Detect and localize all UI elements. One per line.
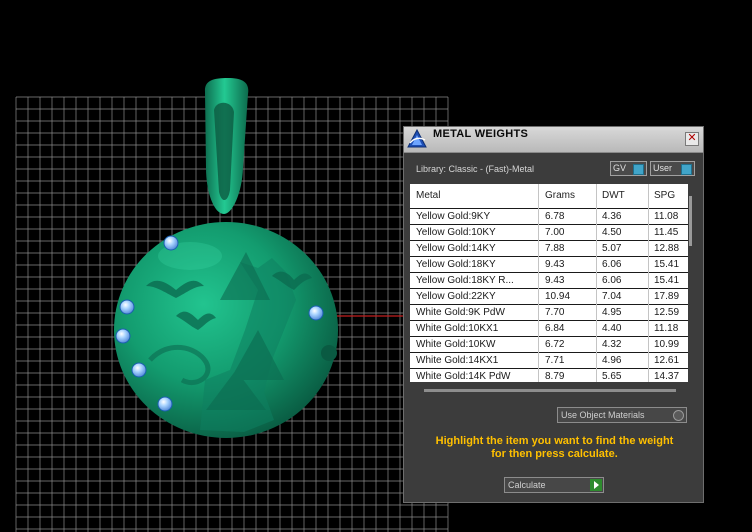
bezel-ring bbox=[321, 345, 337, 361]
column-header-metal[interactable]: Metal bbox=[416, 190, 440, 201]
column-header-dwt[interactable]: DWT bbox=[602, 190, 625, 201]
spg-cell: 11.18 bbox=[654, 323, 679, 334]
metal-weights-window: METAL WEIGHTS ✕ Library: Classic - (Fast… bbox=[403, 126, 704, 503]
play-arrow-icon bbox=[590, 479, 602, 491]
instruction-line-2: for then press calculate. bbox=[491, 448, 618, 460]
gemstone[interactable] bbox=[131, 362, 147, 378]
grams-cell: 7.88 bbox=[545, 243, 565, 254]
column-divider bbox=[596, 184, 597, 382]
metal-cell: Yellow Gold:18KY R... bbox=[416, 275, 514, 286]
grams-cell: 9.43 bbox=[545, 259, 565, 270]
spg-cell: 17.89 bbox=[654, 291, 680, 302]
column-header-spg[interactable]: SPG bbox=[654, 190, 675, 201]
grams-cell: 6.84 bbox=[545, 323, 565, 334]
metal-cell: Yellow Gold:18KY bbox=[416, 259, 496, 270]
dwt-cell: 6.06 bbox=[602, 259, 622, 270]
spg-cell: 12.61 bbox=[654, 355, 680, 366]
use-object-materials-toggle[interactable]: Use Object Materials bbox=[557, 407, 687, 423]
dwt-cell: 4.50 bbox=[602, 227, 622, 238]
grams-cell: 7.00 bbox=[545, 227, 565, 238]
dwt-cell: 7.04 bbox=[602, 291, 622, 302]
toggle-indicator-icon bbox=[633, 164, 644, 175]
grams-cell: 8.79 bbox=[545, 371, 565, 382]
gv-label: GV bbox=[613, 163, 627, 173]
window-title: METAL WEIGHTS bbox=[433, 128, 529, 140]
pendant-model[interactable] bbox=[114, 78, 338, 438]
metal-cell: White Gold:14KX1 bbox=[416, 355, 499, 366]
spg-cell: 12.59 bbox=[654, 307, 680, 318]
metal-cell: White Gold:14K PdW bbox=[416, 371, 511, 382]
instruction-line-1: Highlight the item you want to find the … bbox=[435, 435, 674, 447]
calculate-label: Calculate bbox=[508, 480, 546, 490]
toggle-indicator-icon bbox=[681, 164, 692, 175]
grams-cell: 7.70 bbox=[545, 307, 565, 318]
library-label: Library: Classic - (Fast)-Metal bbox=[416, 164, 535, 174]
spg-cell: 10.99 bbox=[654, 339, 680, 350]
grams-cell: 9.43 bbox=[545, 275, 565, 286]
close-icon[interactable]: ✕ bbox=[685, 132, 699, 146]
gv-library-toggle[interactable]: GV bbox=[610, 161, 647, 176]
metal-cell: White Gold:10KW bbox=[416, 339, 496, 350]
gemvision-triangle-logo-icon bbox=[407, 128, 427, 148]
grams-cell: 7.71 bbox=[545, 355, 565, 366]
metal-weights-table[interactable]: Metal Grams DWT SPG Yellow Gold:9KY 6.78 4… bbox=[410, 184, 689, 382]
dwt-cell: 4.32 bbox=[602, 339, 622, 350]
dwt-cell: 4.96 bbox=[602, 355, 622, 366]
use-object-materials-label: Use Object Materials bbox=[561, 410, 645, 420]
metal-cell: Yellow Gold:10KY bbox=[416, 227, 496, 238]
metal-cell: White Gold:9K PdW bbox=[416, 307, 505, 318]
gemstone[interactable] bbox=[119, 299, 135, 315]
window-titlebar[interactable]: METAL WEIGHTS ✕ bbox=[404, 127, 703, 153]
dwt-cell: 5.07 bbox=[602, 243, 622, 254]
column-header-grams[interactable]: Grams bbox=[545, 190, 575, 201]
dwt-cell: 5.65 bbox=[602, 371, 622, 382]
calculate-button[interactable]: Calculate bbox=[504, 477, 604, 493]
user-label: User bbox=[653, 163, 673, 173]
gemstone[interactable] bbox=[157, 396, 173, 412]
gemstone[interactable] bbox=[308, 305, 324, 321]
metal-cell: Yellow Gold:22KY bbox=[416, 291, 496, 302]
spg-cell: 11.45 bbox=[654, 227, 679, 238]
radio-knob-icon bbox=[673, 410, 684, 421]
spg-cell: 11.08 bbox=[654, 211, 679, 222]
metal-cell: White Gold:10KX1 bbox=[416, 323, 499, 334]
column-divider bbox=[538, 184, 539, 382]
grams-cell: 6.72 bbox=[545, 339, 565, 350]
gemstone[interactable] bbox=[163, 235, 179, 251]
dwt-cell: 4.36 bbox=[602, 211, 622, 222]
dwt-cell: 6.06 bbox=[602, 275, 622, 286]
instruction-text: Highlight the item you want to find the … bbox=[410, 435, 699, 461]
grams-cell: 6.78 bbox=[545, 211, 565, 222]
scrollbar-thumb[interactable] bbox=[689, 196, 692, 246]
spg-cell: 15.41 bbox=[654, 259, 680, 270]
horizontal-scrollbar[interactable] bbox=[424, 389, 676, 392]
dwt-cell: 4.95 bbox=[602, 307, 622, 318]
metal-cell: Yellow Gold:9KY bbox=[416, 211, 491, 222]
metal-cell: Yellow Gold:14KY bbox=[416, 243, 496, 254]
dwt-cell: 4.40 bbox=[602, 323, 622, 334]
gemstone[interactable] bbox=[115, 328, 131, 344]
column-divider bbox=[648, 184, 649, 382]
user-library-toggle[interactable]: User bbox=[650, 161, 695, 176]
vertical-scrollbar[interactable] bbox=[688, 184, 695, 382]
spg-cell: 12.88 bbox=[654, 243, 680, 254]
grams-cell: 10.94 bbox=[545, 291, 571, 302]
spg-cell: 14.37 bbox=[654, 371, 680, 382]
spg-cell: 15.41 bbox=[654, 275, 680, 286]
